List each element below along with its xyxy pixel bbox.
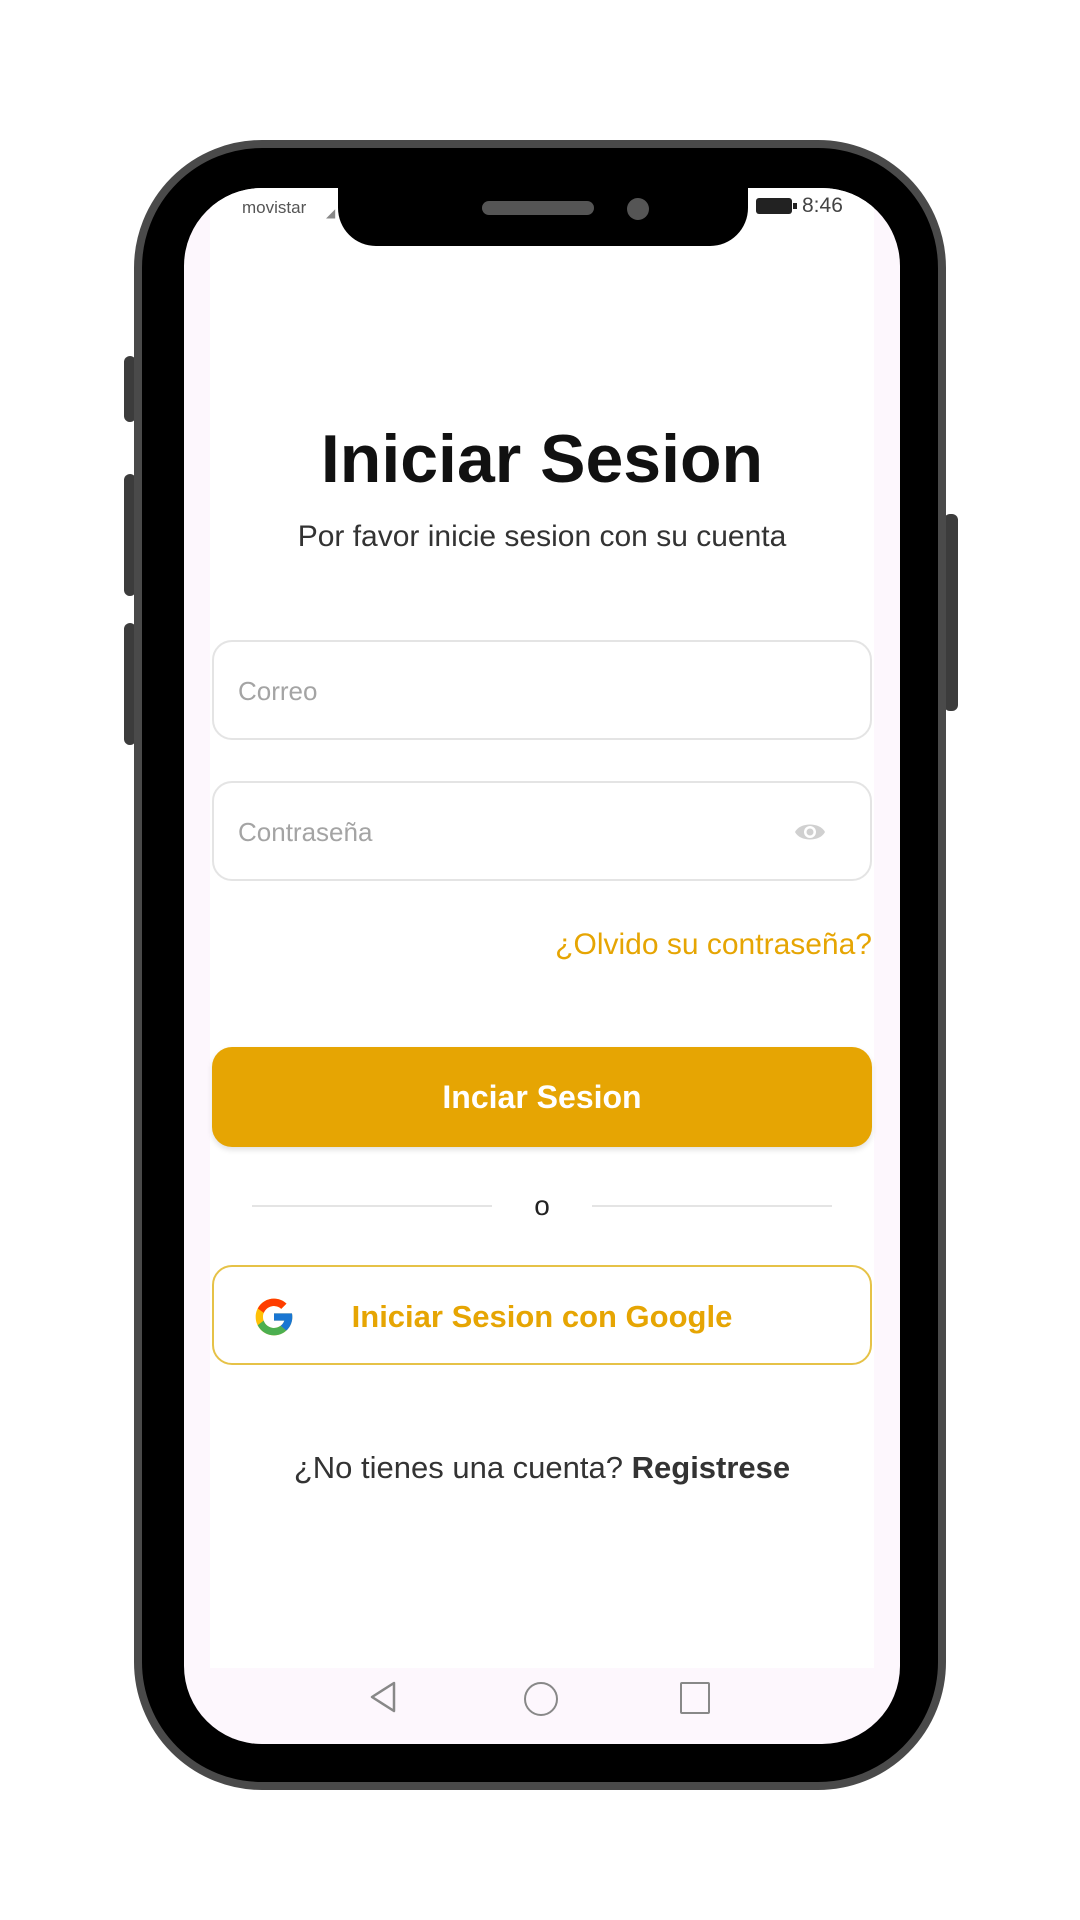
divider-text: o [534, 1190, 550, 1221]
power-button [944, 514, 958, 711]
email-field [212, 640, 872, 740]
register-prompt: ¿No tienes una cuenta? Registrese [210, 1450, 874, 1486]
divider-line-left [252, 1205, 492, 1207]
nav-back-icon[interactable] [368, 1680, 398, 1714]
signal-icon: ◢ [326, 206, 336, 220]
password-input[interactable] [236, 783, 800, 881]
phone-notch [338, 184, 748, 246]
android-nav-bar [184, 1668, 900, 1744]
forgot-password-link[interactable]: ¿Olvido su contraseña? [555, 928, 872, 962]
carrier-label: movistar [242, 198, 307, 217]
register-prompt-text: ¿No tienes una cuenta? [293, 1450, 623, 1485]
status-time: 8:46 [802, 194, 843, 217]
login-button[interactable]: Inciar Sesion [212, 1047, 872, 1147]
google-login-label: Iniciar Sesion con Google [351, 1299, 733, 1334]
email-input[interactable] [236, 642, 800, 740]
password-field [212, 781, 872, 881]
divider-line-right [592, 1205, 832, 1207]
front-camera [627, 198, 649, 220]
eye-icon[interactable] [794, 819, 826, 845]
page-title: Iniciar Sesion [320, 421, 764, 497]
google-login-button[interactable]: Iniciar Sesion con Google [212, 1265, 872, 1365]
battery-icon [756, 198, 797, 214]
page-subtitle: Por favor inicie sesion con su cuenta [297, 520, 787, 553]
nav-recent-icon[interactable] [680, 1682, 710, 1714]
speaker-grille [482, 201, 594, 215]
nav-home-icon[interactable] [524, 1682, 558, 1716]
register-link[interactable]: Registrese [632, 1450, 791, 1485]
